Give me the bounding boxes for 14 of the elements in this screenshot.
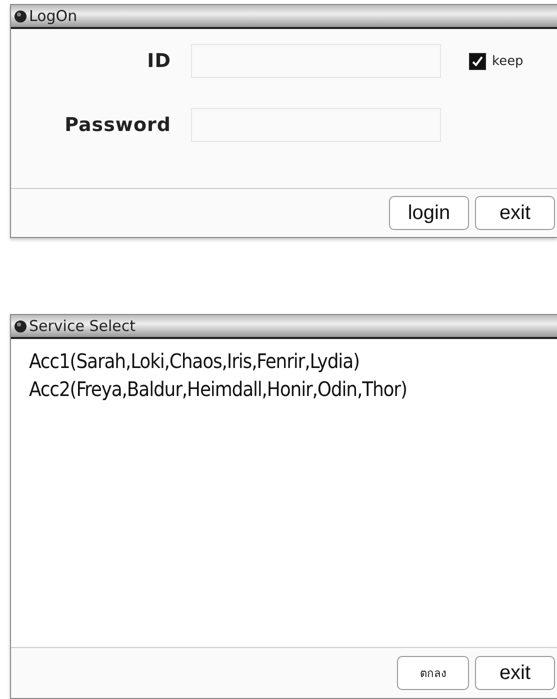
field-label: ID	[146, 50, 171, 72]
window-icon	[14, 320, 27, 333]
list-item[interactable]: Acc1(Sarah,Loki,Chaos,Iris,Fenrir,Lydia)	[29, 347, 539, 376]
checkbox[interactable]	[469, 52, 486, 70]
checkbox-label: keep	[492, 54, 524, 68]
login-button[interactable]: login	[389, 196, 469, 230]
ok-button[interactable]: ตกลง	[397, 656, 469, 690]
window-icon	[14, 10, 27, 22]
field-label: Password	[64, 114, 171, 136]
list-item[interactable]: Acc2(Freya,Baldur,Heimdall,Honir,Odin,Thor)	[29, 375, 539, 404]
window-title: LogOn	[29, 7, 78, 25]
exit-button[interactable]: exit	[475, 196, 555, 230]
exit-button[interactable]: exit	[475, 656, 555, 690]
window-title: Service Select	[29, 317, 136, 336]
